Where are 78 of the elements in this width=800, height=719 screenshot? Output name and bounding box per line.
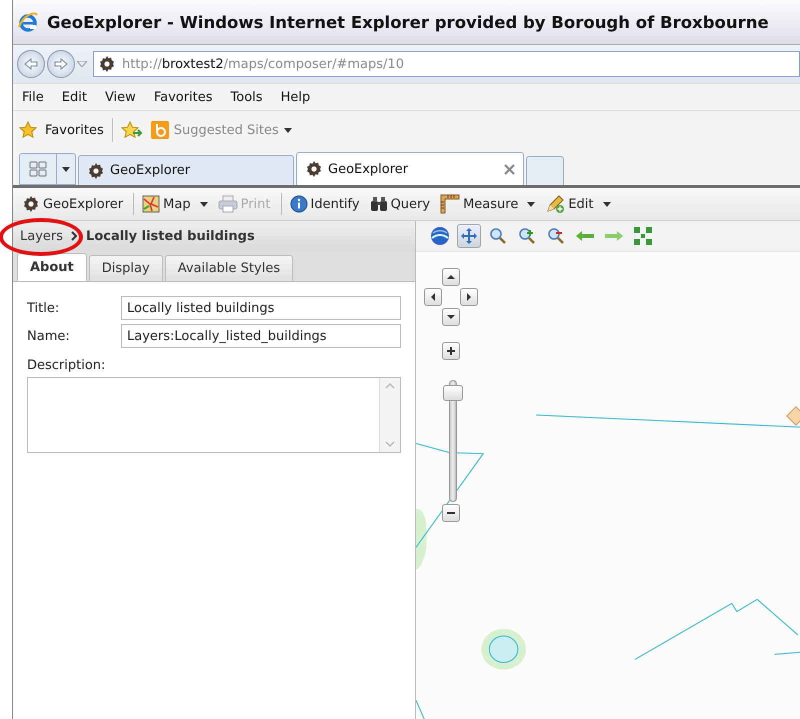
new-tab-button[interactable] bbox=[526, 156, 564, 185]
pan-right-button[interactable] bbox=[460, 288, 478, 306]
browser-tab[interactable]: GeoExplorer bbox=[296, 152, 524, 185]
right-triangle-icon bbox=[465, 293, 473, 301]
add-favorite-icon[interactable] bbox=[120, 121, 143, 139]
forward-button[interactable] bbox=[47, 50, 75, 78]
panel-title: Locally listed buildings bbox=[86, 228, 255, 244]
pan-down-button[interactable] bbox=[442, 308, 460, 326]
breadcrumb-link[interactable]: Layers bbox=[20, 228, 64, 244]
zoom-in-icon bbox=[518, 227, 536, 245]
history-dropdown-icon[interactable] bbox=[77, 61, 87, 67]
menu-item[interactable]: Help bbox=[272, 90, 320, 104]
caret-icon bbox=[527, 202, 536, 206]
pan-up-button[interactable] bbox=[442, 268, 460, 286]
binoculars-icon bbox=[370, 196, 388, 212]
map-tool-button[interactable] bbox=[428, 224, 452, 248]
up-triangle-icon bbox=[447, 273, 455, 281]
field-label: Description: bbox=[27, 358, 106, 373]
gear-icon bbox=[305, 160, 323, 178]
close-icon[interactable] bbox=[504, 164, 515, 174]
globe-icon bbox=[430, 226, 450, 246]
caret-icon bbox=[284, 128, 292, 132]
toolbar-button[interactable]: GeoExplorer bbox=[19, 193, 126, 215]
menu-item[interactable]: Edit bbox=[52, 90, 96, 104]
plus-icon bbox=[447, 347, 455, 355]
toolbar-button[interactable]: Measure bbox=[437, 192, 538, 216]
toolbar-button[interactable]: Map bbox=[133, 193, 211, 215]
back-button[interactable] bbox=[17, 50, 45, 78]
forward-arrow-icon bbox=[54, 58, 68, 70]
back-arrow-icon bbox=[575, 230, 595, 242]
zoom-out-icon bbox=[547, 227, 565, 245]
bing-logo-icon bbox=[150, 121, 169, 139]
zoom-out-button[interactable] bbox=[442, 504, 460, 522]
panel-tab[interactable]: About bbox=[17, 253, 87, 281]
map-icon bbox=[142, 195, 160, 213]
minus-icon bbox=[447, 509, 455, 517]
caret-icon bbox=[200, 202, 208, 206]
pan-left-button[interactable] bbox=[424, 288, 442, 306]
zoom-in-button[interactable] bbox=[442, 342, 460, 360]
gear-icon bbox=[22, 195, 40, 213]
toolbar-button[interactable]: Edit bbox=[542, 192, 614, 216]
menu-item[interactable]: Tools bbox=[222, 90, 272, 104]
toolbar-button[interactable]: Query bbox=[366, 194, 434, 214]
browser-tab[interactable]: GeoExplorer bbox=[78, 155, 294, 185]
forward-arrow-icon bbox=[604, 230, 624, 242]
star-icon bbox=[19, 121, 37, 139]
printer-icon bbox=[218, 195, 238, 213]
info-icon bbox=[290, 195, 308, 213]
map-tool-button[interactable] bbox=[457, 224, 481, 248]
back-arrow-icon bbox=[24, 58, 38, 70]
ruler-icon bbox=[440, 194, 460, 214]
search-icon bbox=[489, 227, 507, 245]
window-title: GeoExplorer - Windows Internet Explorer provided by Borough of Broxbourne bbox=[47, 12, 769, 32]
down-triangle-icon bbox=[447, 313, 455, 321]
caret-icon bbox=[602, 202, 611, 206]
map-tool-button[interactable] bbox=[631, 224, 655, 248]
full-extent-icon bbox=[633, 226, 653, 246]
left-triangle-icon bbox=[429, 293, 437, 301]
slider-thumb[interactable] bbox=[443, 385, 463, 402]
chevron-icon bbox=[71, 231, 78, 241]
name-field[interactable]: Layers:Locally_listed_buildings bbox=[121, 324, 401, 348]
address-field[interactable]: http://broxtest2/maps/composer/#maps/10 bbox=[93, 51, 800, 77]
favorites-button[interactable]: Favorites bbox=[45, 122, 104, 138]
panel-tab[interactable]: Available Styles bbox=[164, 255, 294, 281]
title-field[interactable]: Locally listed buildings bbox=[121, 296, 401, 320]
field-label: Title: bbox=[27, 300, 60, 316]
toolbar-button[interactable]: Identify bbox=[280, 193, 363, 215]
pencil-icon bbox=[545, 194, 566, 214]
panel-tab[interactable]: Display bbox=[88, 255, 163, 281]
field-label: Name: bbox=[27, 328, 71, 344]
zoom-slider[interactable] bbox=[443, 380, 463, 502]
menu-item[interactable]: Favorites bbox=[144, 90, 222, 104]
pan-icon bbox=[460, 227, 478, 245]
site-icon bbox=[98, 55, 116, 73]
browser-logo-icon bbox=[17, 11, 39, 33]
menu-item[interactable]: View bbox=[96, 90, 145, 104]
gear-icon bbox=[87, 162, 105, 180]
menu-item[interactable]: File bbox=[13, 90, 53, 104]
